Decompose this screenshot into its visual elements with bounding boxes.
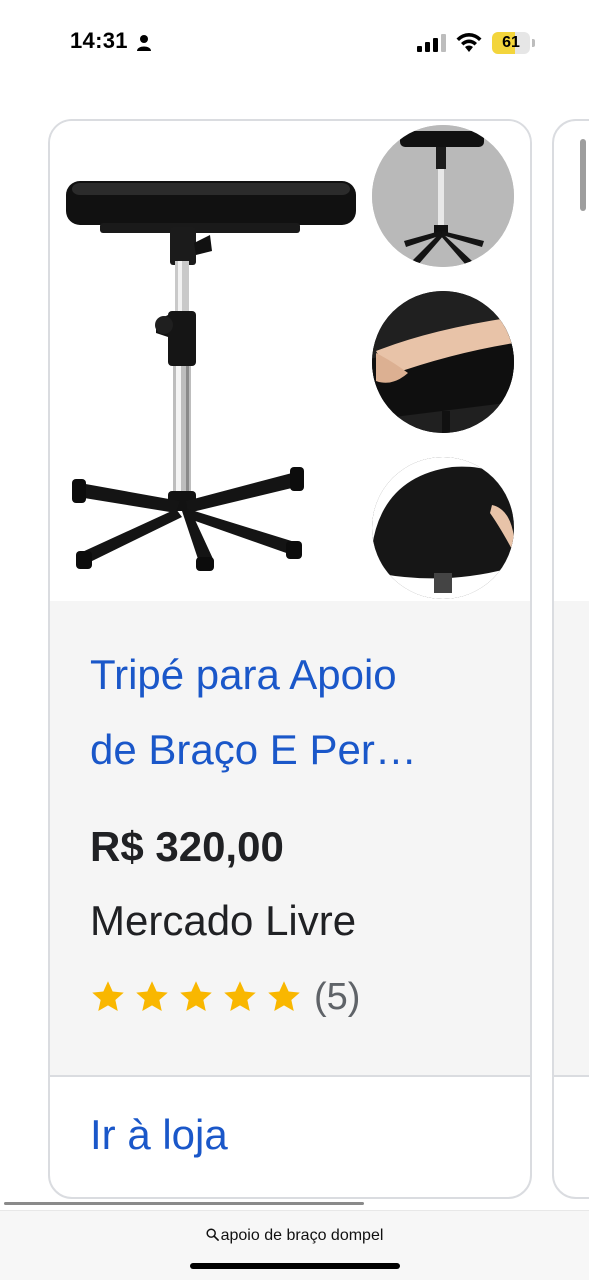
browser-address-bar: apoio de braço dompel [0, 1210, 589, 1280]
product-price: R$ 320,00 [90, 823, 284, 870]
horizontal-scrollbar[interactable] [4, 1202, 364, 1205]
product-card[interactable]: Tripé para Apoio de Braço E Per… R$ 320,… [48, 119, 532, 1199]
product-info: Tripé para Apoio de Braço E Per… R$ 320,… [50, 601, 530, 1075]
rating-count: (5) [314, 975, 361, 1018]
product-rating: (5) [90, 973, 360, 1021]
star-icon [136, 981, 168, 1011]
wifi-icon [456, 33, 482, 52]
star-icon [268, 981, 300, 1011]
star-icon [180, 981, 212, 1011]
battery-indicator: 61 [492, 32, 536, 54]
product-title-line-1[interactable]: Tripé para Apoio [90, 637, 500, 712]
product-images[interactable] [50, 121, 530, 601]
product-title-link[interactable]: Tripé para Apoio de Braço E Per… [90, 637, 500, 787]
next-card-info [554, 601, 589, 1075]
status-bar: 14:31 61 [0, 0, 589, 88]
status-time: 14:31 [70, 28, 128, 53]
product-title-line-2[interactable]: de Braço E Per… [90, 712, 500, 787]
signal-icon [417, 34, 446, 52]
page: 14:31 61 Tripé para Apoio de Braço E Per… [0, 0, 589, 1280]
go-to-store-link[interactable]: Ir à loja [90, 1111, 228, 1159]
next-card-image-fragment [580, 139, 586, 211]
thumbnail-stool-image [372, 125, 514, 267]
address-query[interactable]: apoio de braço dompel [221, 1227, 384, 1244]
thumbnail-arm-image [372, 291, 514, 433]
store-name: Mercado Livre [90, 897, 357, 944]
product-thumbnail-2[interactable] [372, 291, 514, 433]
search-icon [206, 1228, 219, 1241]
product-main-image[interactable] [60, 161, 360, 571]
thumbnail-cushion-image [372, 457, 514, 599]
next-card-divider [554, 1075, 589, 1077]
star-icon [224, 981, 256, 1011]
battery-percent: 61 [502, 34, 520, 51]
product-thumbnail-1[interactable] [372, 125, 514, 267]
person-icon [137, 35, 151, 51]
next-product-card[interactable] [552, 119, 589, 1199]
product-thumbnail-3[interactable] [372, 457, 514, 599]
address-field[interactable]: apoio de braço dompel [0, 1227, 589, 1245]
home-indicator[interactable] [190, 1263, 400, 1269]
star-icon [92, 981, 124, 1011]
battery-nub [532, 39, 535, 47]
card-divider [50, 1075, 530, 1077]
